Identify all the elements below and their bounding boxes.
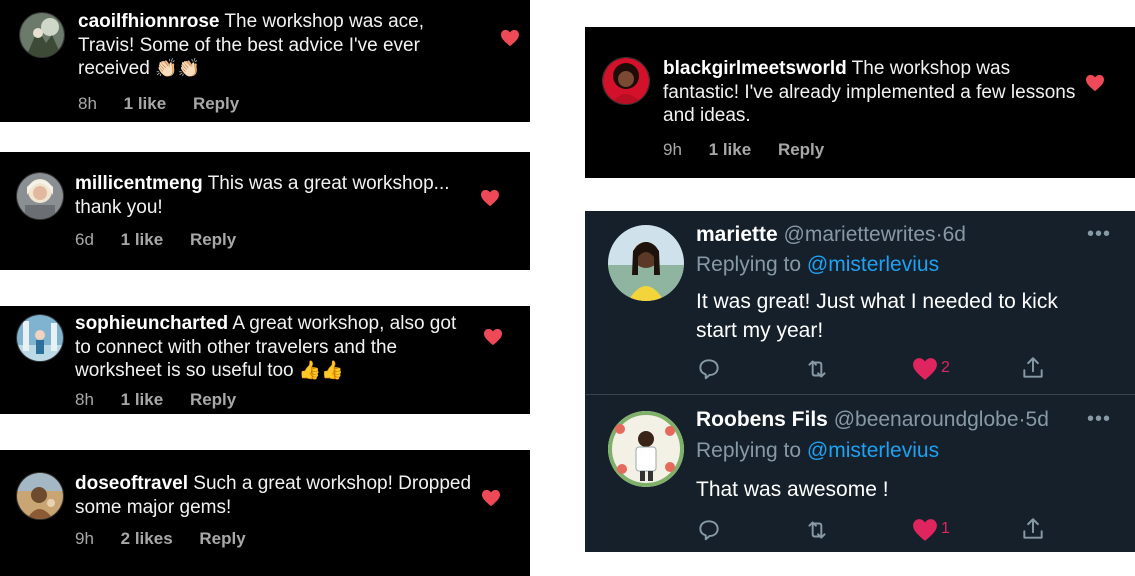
avatar[interactable] bbox=[608, 411, 684, 487]
comment-meta: 8h 1 like Reply bbox=[75, 390, 258, 410]
comment-username[interactable]: doseoftravel bbox=[75, 473, 188, 494]
avatar[interactable] bbox=[19, 12, 65, 58]
comment-likes[interactable]: 1 like bbox=[124, 94, 167, 113]
reply-button[interactable]: Reply bbox=[190, 230, 236, 249]
reply-icon[interactable] bbox=[696, 517, 722, 543]
share-icon[interactable] bbox=[1020, 516, 1046, 542]
tweet-author-name[interactable]: mariette bbox=[696, 223, 778, 246]
heart-icon[interactable] bbox=[1085, 74, 1105, 92]
more-icon[interactable]: ••• bbox=[1087, 408, 1111, 431]
reply-button[interactable]: Reply bbox=[199, 529, 245, 548]
comment-likes[interactable]: 2 likes bbox=[121, 529, 173, 548]
comment-text: millicentmeng This was a great workshop.… bbox=[75, 172, 475, 219]
comment-card: doseoftravel Such a great workshop! Drop… bbox=[0, 450, 530, 576]
replying-to-label: Replying to bbox=[696, 253, 802, 276]
reply-button[interactable]: Reply bbox=[190, 390, 236, 409]
comment-meta: 8h 1 like Reply bbox=[78, 94, 261, 114]
comment-text: doseoftravel Such a great workshop! Drop… bbox=[75, 472, 475, 519]
tweet-body: It was great! Just what I needed to kick… bbox=[696, 287, 1058, 345]
comment-card: caoilfhionnrose The workshop was ace, Tr… bbox=[0, 0, 530, 122]
heart-icon[interactable] bbox=[912, 517, 938, 543]
share-icon[interactable] bbox=[1020, 355, 1046, 381]
comment-time: 9h bbox=[75, 529, 94, 548]
comment-text: blackgirlmeetsworld The workshop was fan… bbox=[663, 57, 1083, 128]
reply-button[interactable]: Reply bbox=[193, 94, 239, 113]
tweet-time[interactable]: 5d bbox=[1026, 408, 1049, 431]
retweet-icon[interactable] bbox=[804, 356, 830, 382]
comment-username[interactable]: sophieuncharted bbox=[75, 313, 228, 334]
comment-time: 6d bbox=[75, 230, 94, 249]
mention-link[interactable]: @misterlevius bbox=[807, 439, 939, 462]
twitter-thread: mariette @mariettewrites·6d ••• Replying… bbox=[585, 211, 1135, 552]
heart-icon[interactable] bbox=[500, 29, 520, 47]
avatar[interactable] bbox=[602, 57, 650, 105]
heart-icon[interactable] bbox=[480, 189, 500, 207]
comment-text: sophieuncharted A great workshop, also g… bbox=[75, 312, 475, 383]
avatar[interactable] bbox=[16, 314, 64, 362]
comment-time: 8h bbox=[78, 94, 97, 113]
mention-link[interactable]: @misterlevius bbox=[807, 253, 939, 276]
comment-likes[interactable]: 1 like bbox=[709, 140, 752, 159]
heart-icon[interactable] bbox=[483, 328, 503, 346]
comment-likes[interactable]: 1 like bbox=[121, 390, 164, 409]
reply-button[interactable]: Reply bbox=[778, 140, 824, 159]
tweet[interactable]: mariette @mariettewrites·6d ••• Replying… bbox=[585, 211, 1135, 394]
tweet-author-handle[interactable]: @beenaroundglobe bbox=[834, 408, 1019, 431]
tweet-body-line: It was great! Just what I needed to kick bbox=[696, 290, 1058, 313]
like-count: 1 bbox=[941, 520, 950, 537]
comment-meta: 9h 2 likes Reply bbox=[75, 529, 268, 549]
separator-dot: · bbox=[1018, 408, 1026, 431]
comment-meta: 9h 1 like Reply bbox=[663, 140, 846, 160]
comment-username[interactable]: millicentmeng bbox=[75, 173, 203, 194]
replying-to: Replying to @misterlevius bbox=[696, 253, 939, 277]
tweet-time[interactable]: 6d bbox=[943, 223, 966, 246]
comment-text: caoilfhionnrose The workshop was ace, Tr… bbox=[78, 10, 478, 81]
tweet-author-name[interactable]: Roobens Fils bbox=[696, 408, 828, 431]
replying-to: Replying to @misterlevius bbox=[696, 439, 939, 463]
replying-to-label: Replying to bbox=[696, 439, 802, 462]
reply-icon[interactable] bbox=[696, 356, 722, 382]
more-icon[interactable]: ••• bbox=[1087, 223, 1111, 246]
clap-emoji: 👏🏻👏🏻 bbox=[155, 58, 200, 78]
tweet-body: That was awesome ! bbox=[696, 475, 889, 504]
tweet-author-handle[interactable]: @mariettewrites bbox=[784, 223, 936, 246]
separator-dot: · bbox=[935, 223, 943, 246]
retweet-icon[interactable] bbox=[804, 517, 830, 543]
heart-icon[interactable] bbox=[481, 489, 501, 507]
comment-username[interactable]: blackgirlmeetsworld bbox=[663, 58, 847, 79]
like-count: 2 bbox=[941, 359, 950, 376]
comment-likes[interactable]: 1 like bbox=[121, 230, 164, 249]
tweet-header: Roobens Fils @beenaroundglobe·5d bbox=[696, 408, 1049, 432]
avatar[interactable] bbox=[16, 172, 64, 220]
comment-card: blackgirlmeetsworld The workshop was fan… bbox=[585, 27, 1135, 178]
avatar[interactable] bbox=[16, 472, 64, 520]
tweet-header: mariette @mariettewrites·6d bbox=[696, 223, 966, 247]
tweet-body-line: That was awesome ! bbox=[696, 478, 889, 501]
tweet[interactable]: Roobens Fils @beenaroundglobe·5d ••• Rep… bbox=[585, 395, 1135, 552]
heart-icon[interactable] bbox=[912, 356, 938, 382]
comment-meta: 6d 1 like Reply bbox=[75, 230, 258, 250]
comment-time: 8h bbox=[75, 390, 94, 409]
comment-username[interactable]: caoilfhionnrose bbox=[78, 11, 219, 32]
comment-card: sophieuncharted A great workshop, also g… bbox=[0, 306, 530, 414]
comment-time: 9h bbox=[663, 140, 682, 159]
thumbs-up-emoji: 👍👍 bbox=[298, 360, 344, 380]
comment-card: millicentmeng This was a great workshop.… bbox=[0, 152, 530, 270]
tweet-body-line: start my year! bbox=[696, 319, 824, 342]
avatar[interactable] bbox=[608, 225, 684, 301]
